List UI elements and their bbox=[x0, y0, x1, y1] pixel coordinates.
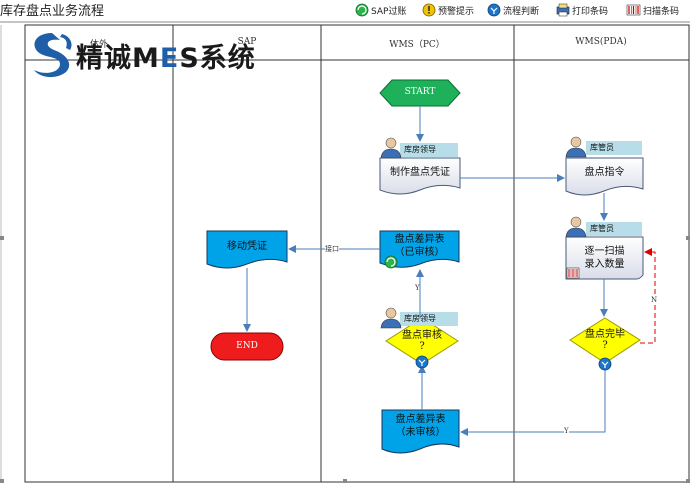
review-line2: ? bbox=[419, 341, 425, 352]
legend-label: SAP过账 bbox=[371, 7, 407, 17]
resize-handle-bottom-right[interactable] bbox=[686, 479, 690, 483]
role-label-keeper-1: 库管员 bbox=[590, 143, 614, 152]
start-label: START bbox=[404, 87, 436, 97]
sap-sync-icon bbox=[355, 3, 369, 17]
legend-printer: 打印条码 bbox=[572, 4, 608, 17]
scan-label-line2: 录入数量 bbox=[584, 259, 625, 270]
review-line1: 盘点审核 bbox=[402, 330, 442, 341]
diff-unreviewed-label: 盘点差异表 （未审核） bbox=[382, 413, 459, 439]
decision-icon-review bbox=[415, 355, 429, 369]
logo-text: 精诚MES系统 bbox=[76, 36, 256, 75]
edge-label-yes-review: Y bbox=[415, 284, 420, 292]
legend-label: 流程判断 bbox=[503, 7, 540, 17]
diff-unreviewed-line2: （未审核） bbox=[395, 427, 446, 438]
logo-text-part: S系统 bbox=[179, 43, 256, 74]
person-icon-keeper-2 bbox=[565, 216, 587, 238]
count-order-label: 盘点指令 bbox=[584, 167, 625, 178]
end-label: END bbox=[236, 341, 258, 351]
resize-handle-bottom-left[interactable] bbox=[0, 479, 4, 483]
legend-barcode: 扫描条码 bbox=[643, 4, 679, 17]
logo-text-accent: E bbox=[159, 43, 180, 74]
edge-label-no-count: N bbox=[651, 296, 658, 304]
resize-handle-bottom-mid[interactable] bbox=[343, 479, 347, 483]
role-label-lead-1: 库房领导 bbox=[404, 145, 436, 154]
warning-icon bbox=[422, 3, 436, 17]
role-label-lead-2: 库房领导 bbox=[404, 314, 436, 323]
diff-reviewed-line2: （已审核） bbox=[394, 247, 445, 258]
legend-warning: 预警提示 bbox=[438, 4, 474, 17]
make-voucher-label: 制作盘点凭证 bbox=[390, 167, 450, 178]
diff-reviewed-label: 盘点差异表 （已审核） bbox=[380, 233, 459, 259]
edge-done-diff bbox=[460, 363, 606, 436]
count-done-line1: 盘点完毕 bbox=[585, 329, 625, 340]
legend-label: 打印条码 bbox=[572, 7, 609, 17]
resize-handle-left[interactable] bbox=[0, 236, 4, 240]
edge-label-yes-count: Y bbox=[564, 427, 569, 435]
person-icon-keeper-1 bbox=[565, 136, 587, 158]
scan-label: 逐一扫描 录入数量 bbox=[566, 245, 643, 271]
edge-label-interface: 接口 bbox=[325, 244, 339, 254]
count-done-label: 盘点完毕 ? bbox=[570, 329, 640, 351]
lane-label-wms-pc: WMS（PC） bbox=[389, 40, 445, 50]
scan-label-line1: 逐一扫描 bbox=[584, 246, 625, 257]
printer-icon bbox=[556, 3, 570, 17]
lane-label-wms-pda: WMS(PDA) bbox=[575, 37, 627, 47]
person-icon-lead-1 bbox=[380, 137, 402, 159]
resize-handle-right[interactable] bbox=[686, 236, 690, 240]
decision-icon-count-done bbox=[598, 357, 612, 371]
barcode-scan-icon bbox=[626, 4, 641, 16]
diff-reviewed-line1: 盘点差异表 bbox=[394, 234, 445, 245]
logo-text-part: 精诚M bbox=[76, 43, 160, 74]
decision-icon bbox=[487, 3, 501, 17]
legend-label: 扫描条码 bbox=[643, 7, 680, 17]
legend-decision: 流程判断 bbox=[503, 4, 539, 17]
legend-label: 预警提示 bbox=[438, 7, 475, 17]
review-label: 盘点审核 ? bbox=[386, 330, 458, 352]
move-voucher-label: 移动凭证 bbox=[227, 241, 267, 252]
count-done-line2: ? bbox=[602, 340, 608, 351]
person-icon-lead-2 bbox=[380, 307, 402, 329]
legend-sap-sync: SAP过账 bbox=[371, 4, 406, 17]
diff-unreviewed-line1: 盘点差异表 bbox=[395, 414, 446, 425]
role-label-keeper-2: 库管员 bbox=[590, 224, 614, 233]
logo-mark bbox=[34, 33, 72, 78]
